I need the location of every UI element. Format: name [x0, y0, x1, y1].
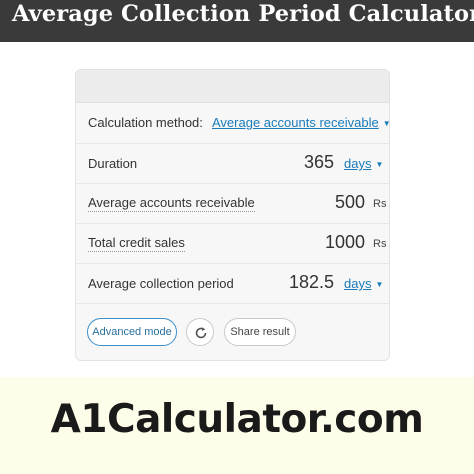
- refresh-button[interactable]: [186, 318, 214, 346]
- method-selected: Average accounts receivable: [212, 115, 379, 130]
- page-title: Average Collection Period Calculator: [12, 1, 474, 27]
- collection-period-label: Average collection period: [88, 276, 234, 291]
- collection-period-input[interactable]: 182.5: [289, 272, 334, 293]
- avg-receivable-row: Average accounts receivable 500 Rs: [76, 184, 389, 224]
- refresh-icon: [195, 327, 207, 339]
- share-result-button[interactable]: Share result: [224, 318, 296, 346]
- duration-input[interactable]: 365: [304, 152, 334, 173]
- collection-period-unit: days: [344, 276, 372, 291]
- calculator-card: Calculation method: Average accounts rec…: [75, 69, 391, 361]
- card-header: [76, 70, 389, 103]
- duration-label: Duration: [88, 156, 138, 171]
- avg-receivable-label: Average accounts receivable: [88, 195, 255, 212]
- top-banner: Average Collection Period Calculator: [0, 0, 474, 42]
- collection-period-unit-dropdown[interactable]: days ▼: [344, 276, 383, 291]
- duration-unit: days: [344, 156, 372, 171]
- duration-row: Duration 365 days ▼: [76, 144, 389, 184]
- credit-sales-row: Total credit sales 1000 Rs: [76, 224, 389, 264]
- avg-receivable-unit: Rs: [373, 198, 387, 210]
- site-brand: A1Calculator.com: [50, 397, 424, 442]
- chevron-down-icon: ▼: [382, 119, 391, 128]
- avg-receivable-input[interactable]: 500: [335, 192, 365, 213]
- credit-sales-unit: Rs: [373, 238, 387, 250]
- credit-sales-label: Total credit sales: [88, 235, 185, 252]
- method-label: Calculation method:: [88, 115, 203, 130]
- footer-band: A1Calculator.com: [0, 377, 474, 474]
- credit-sales-input[interactable]: 1000: [325, 232, 365, 253]
- duration-unit-dropdown[interactable]: days ▼: [344, 156, 383, 171]
- method-dropdown[interactable]: Average accounts receivable ▼: [212, 115, 391, 130]
- chevron-down-icon: ▼: [375, 160, 384, 169]
- method-row: Calculation method: Average accounts rec…: [76, 103, 391, 144]
- collection-period-row: Average collection period 182.5 days ▼: [76, 264, 389, 304]
- chevron-down-icon: ▼: [375, 280, 384, 289]
- advanced-mode-button[interactable]: Advanced mode: [87, 318, 177, 346]
